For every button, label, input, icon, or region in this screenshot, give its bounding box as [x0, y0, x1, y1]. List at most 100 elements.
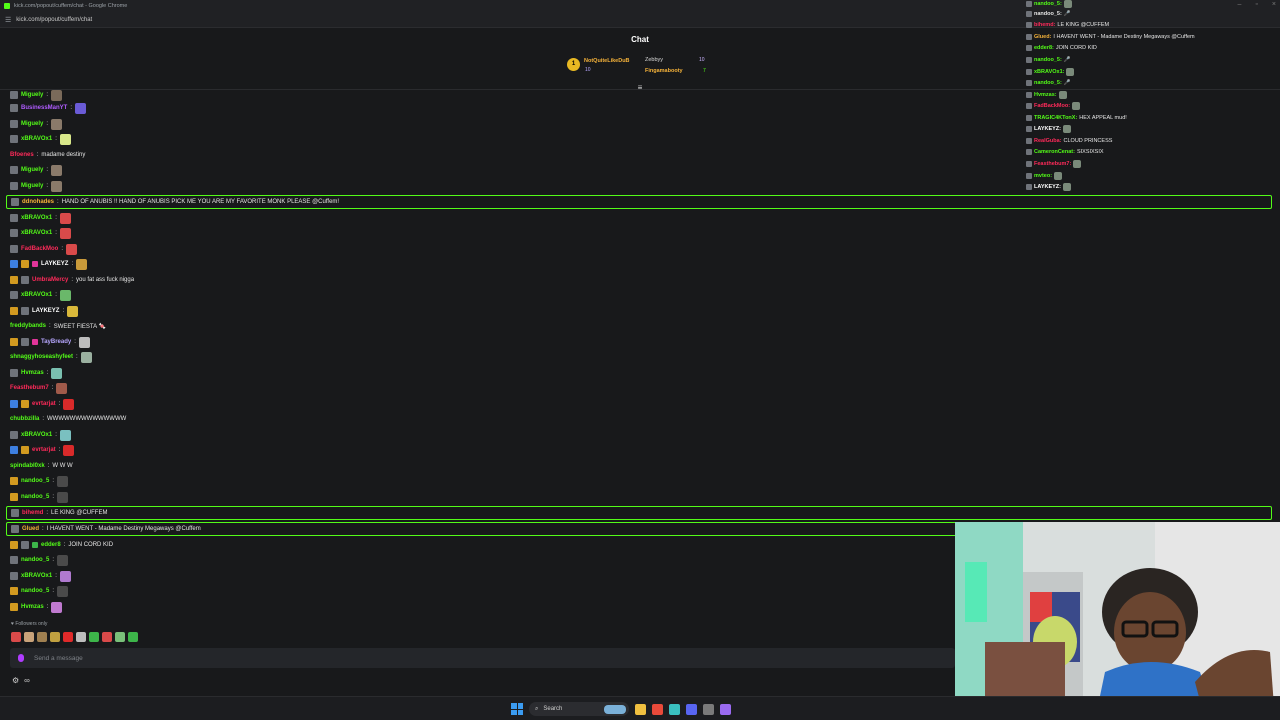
message-username[interactable]: evrtarjat: [32, 447, 56, 453]
message-username[interactable]: xBRAVOx1: [21, 432, 52, 438]
message-username[interactable]: evrtarjat: [32, 401, 56, 407]
message-username[interactable]: nandoo_5: [21, 478, 49, 484]
user-badge-icon: [21, 260, 29, 268]
chat-input[interactable]: Send a message: [10, 648, 955, 668]
recent-emotes-bar[interactable]: [11, 632, 138, 642]
chat-message[interactable]: xBRAVOx1:: [10, 288, 71, 302]
chat-message[interactable]: Hvmzas:: [10, 600, 63, 614]
chat-message[interactable]: Feasthebum7:: [10, 381, 68, 395]
chat-message[interactable]: xBRAVOx1:: [10, 226, 71, 240]
message-username[interactable]: xBRAVOx1: [21, 215, 52, 221]
chat-message[interactable]: xBRAVOx1:: [10, 132, 71, 146]
settings-gear-icon[interactable]: ⚙: [12, 676, 19, 685]
chat-message[interactable]: nandoo_5:: [10, 584, 69, 598]
chat-message[interactable]: Miguely:: [10, 117, 63, 131]
message-colon: :: [71, 261, 74, 267]
chat-message[interactable]: freddybands: SWEET FIESTA 🍬: [10, 319, 106, 333]
message-colon: :: [46, 370, 49, 376]
message-username[interactable]: UmbraMercy: [32, 277, 68, 283]
chat-message[interactable]: Miguely:: [10, 179, 63, 193]
message-username[interactable]: Miguely: [21, 167, 43, 173]
message-username[interactable]: nandoo_5: [21, 588, 49, 594]
windows-start-icon[interactable]: [511, 703, 523, 715]
taskbar-app-icon[interactable]: [686, 703, 697, 715]
message-username[interactable]: LAYKEYZ: [32, 308, 59, 314]
quick-emote-icon[interactable]: [24, 632, 34, 642]
message-username[interactable]: freddybands: [10, 323, 46, 329]
chat-message[interactable]: Miguely:: [10, 88, 63, 102]
quick-emote-icon[interactable]: [37, 632, 47, 642]
chat-message[interactable]: shnaggyhoseashyfeet:: [10, 350, 92, 364]
message-username[interactable]: FadBackMoo: [21, 246, 58, 252]
message-username[interactable]: ddnohades: [22, 199, 54, 205]
chat-message[interactable]: evrtarjat:: [10, 397, 75, 411]
taskbar-app-icon[interactable]: [652, 703, 663, 715]
quick-emote-icon[interactable]: [50, 632, 60, 642]
chat-message[interactable]: nandoo_5:: [10, 490, 69, 504]
message-username[interactable]: BusinessManYT: [21, 105, 67, 111]
pinned-leaderboard[interactable]: 1 NotQuiteLikeDuB 10 Zebbyy 10 Fingamabo…: [567, 56, 717, 82]
message-username[interactable]: Hvmzas: [21, 604, 44, 610]
chat-message[interactable]: UmbraMercy: you fat ass fuck nigga: [10, 273, 134, 287]
message-username[interactable]: Feasthebum7: [10, 385, 49, 391]
message-username[interactable]: Glued: [22, 526, 39, 532]
quick-emote-icon[interactable]: [115, 632, 125, 642]
message-username[interactable]: chubbzilla: [10, 416, 39, 422]
chat-message[interactable]: spindabl0xk: W W W: [10, 459, 73, 473]
user-badge-icon: [10, 556, 18, 564]
message-username[interactable]: Miguely: [21, 183, 43, 189]
quick-emote-icon[interactable]: [11, 632, 21, 642]
chat-message[interactable]: chubbzilla: WWWWWWWWWWWWWW: [10, 412, 126, 426]
chat-message[interactable]: LAYKEYZ:: [10, 304, 79, 318]
chat-message[interactable]: edder8: JOIN CORD KID: [10, 538, 113, 552]
chat-message[interactable]: xBRAVOx1:: [10, 211, 71, 225]
message-username[interactable]: nandoo_5: [21, 494, 49, 500]
infinity-icon[interactable]: ∞: [24, 676, 30, 685]
highlighted-message[interactable]: bihemd: LE KING @CUFFEM: [6, 506, 1272, 520]
chat-message[interactable]: xBRAVOx1:: [10, 569, 71, 583]
message-username[interactable]: Hvmzas: [21, 370, 44, 376]
message-username[interactable]: spindabl0xk: [10, 463, 45, 469]
quick-emote-icon[interactable]: [63, 632, 73, 642]
chat-message[interactable]: LAYKEYZ:: [10, 257, 88, 271]
chat-message[interactable]: evrtarjat:: [10, 443, 75, 457]
highlighted-message[interactable]: ddnohades: HAND OF ANUBIS !! HAND OF ANUB…: [6, 195, 1272, 209]
taskbar-app-icon[interactable]: [720, 703, 731, 715]
message-username[interactable]: Miguely: [21, 92, 43, 98]
message-username[interactable]: Miguely: [21, 121, 43, 127]
chat-message[interactable]: Hvmzas:: [10, 366, 63, 380]
message-username[interactable]: TayBready: [41, 339, 71, 345]
overlay-username: mvteo:: [1034, 172, 1053, 179]
message-colon: :: [46, 92, 49, 98]
message-username[interactable]: LAYKEYZ: [41, 261, 68, 267]
chat-message[interactable]: Bfoenes: madame destiny: [10, 148, 85, 162]
emote-picker-icon[interactable]: [18, 654, 24, 662]
chat-message[interactable]: FadBackMoo:: [10, 242, 78, 256]
chat-message[interactable]: nandoo_5:: [10, 553, 69, 567]
chat-message[interactable]: xBRAVOx1:: [10, 428, 71, 442]
quick-emote-icon[interactable]: [128, 632, 138, 642]
message-username[interactable]: nandoo_5: [21, 557, 49, 563]
url-text[interactable]: kick.com/popout/cuffem/chat: [16, 17, 92, 23]
emote-icon: [56, 382, 68, 394]
quick-emote-icon[interactable]: [89, 632, 99, 642]
site-info-icon[interactable]: ☰: [5, 16, 11, 24]
message-username[interactable]: xBRAVOx1: [21, 573, 52, 579]
quick-emote-icon[interactable]: [76, 632, 86, 642]
chat-message[interactable]: BusinessManYT:: [10, 101, 87, 115]
message-username[interactable]: xBRAVOx1: [21, 136, 52, 142]
quick-emote-icon[interactable]: [102, 632, 112, 642]
chat-message[interactable]: TayBready:: [10, 335, 90, 349]
message-username[interactable]: Bfoenes: [10, 152, 34, 158]
message-username[interactable]: edder8: [41, 542, 61, 548]
chat-message[interactable]: Miguely:: [10, 163, 63, 177]
taskbar-app-icon[interactable]: [635, 703, 646, 715]
message-username[interactable]: shnaggyhoseashyfeet: [10, 354, 73, 360]
taskbar-app-icon[interactable]: [703, 703, 714, 715]
taskbar-search[interactable]: ⌕ Search: [529, 702, 629, 716]
chat-message[interactable]: nandoo_5:: [10, 474, 69, 488]
taskbar-app-icon[interactable]: [669, 703, 680, 715]
message-username[interactable]: xBRAVOx1: [21, 230, 52, 236]
message-username[interactable]: xBRAVOx1: [21, 292, 52, 298]
message-username[interactable]: bihemd: [22, 510, 43, 516]
